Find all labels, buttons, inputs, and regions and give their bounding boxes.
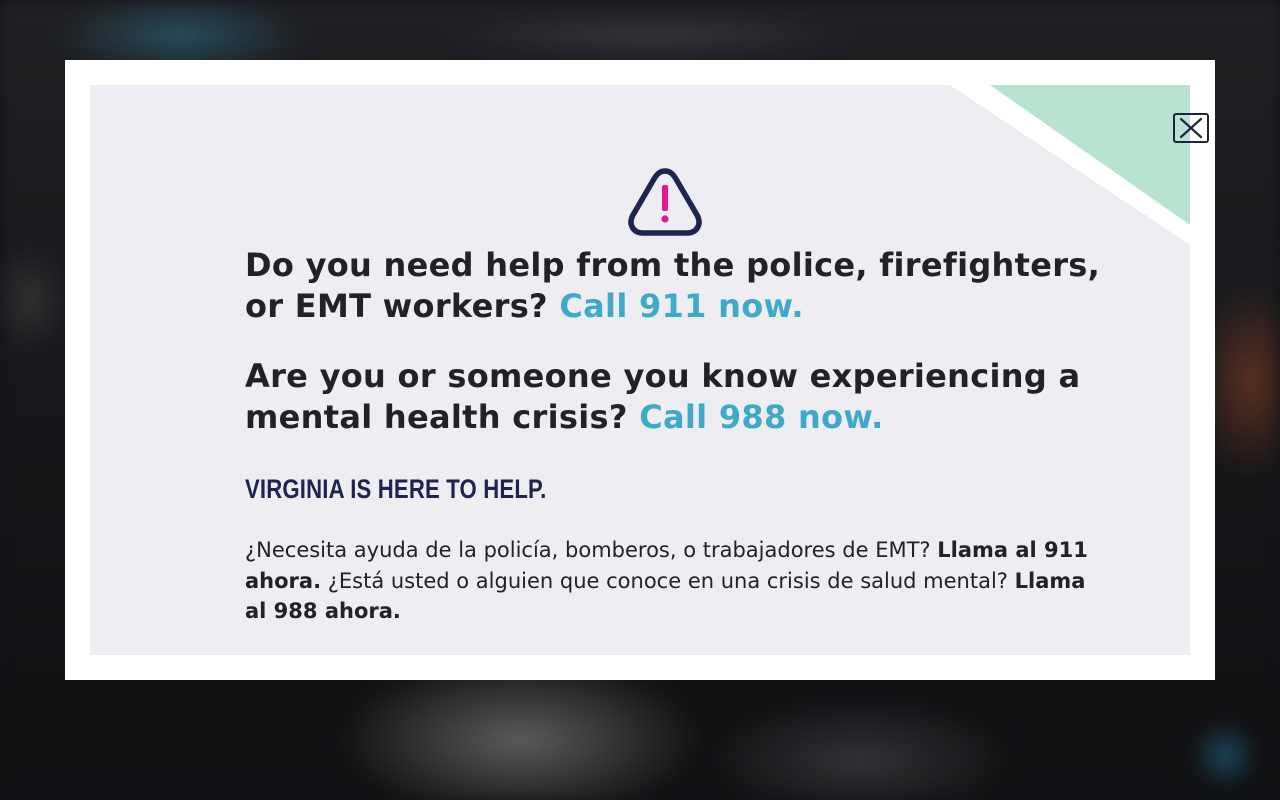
warning-triangle-icon bbox=[628, 168, 702, 236]
close-button[interactable] bbox=[1173, 113, 1209, 143]
emergency-headline: Do you need help from the police, firefi… bbox=[245, 245, 1105, 327]
modal-body: Do you need help from the police, firefi… bbox=[245, 245, 1105, 627]
corner-decoration-green bbox=[990, 85, 1190, 225]
crisis-help-modal: Do you need help from the police, firefi… bbox=[65, 60, 1215, 680]
spanish-emergency-question: ¿Necesita ayuda de la policía, bomberos,… bbox=[245, 538, 938, 562]
virginia-tagline: VIRGINIA IS HERE TO HELP. bbox=[245, 474, 547, 504]
spanish-crisis-question: ¿Está usted o alguien que conoce en una … bbox=[321, 568, 1015, 593]
modal-content-panel: Do you need help from the police, firefi… bbox=[90, 85, 1209, 655]
call-988-cta: Call 988 now. bbox=[639, 398, 884, 436]
crisis-headline: Are you or someone you know experiencing… bbox=[245, 356, 1105, 438]
close-icon bbox=[1179, 117, 1203, 139]
call-911-cta: Call 911 now. bbox=[559, 287, 804, 325]
spanish-message: ¿Necesita ayuda de la policía, bomberos,… bbox=[245, 535, 1105, 627]
